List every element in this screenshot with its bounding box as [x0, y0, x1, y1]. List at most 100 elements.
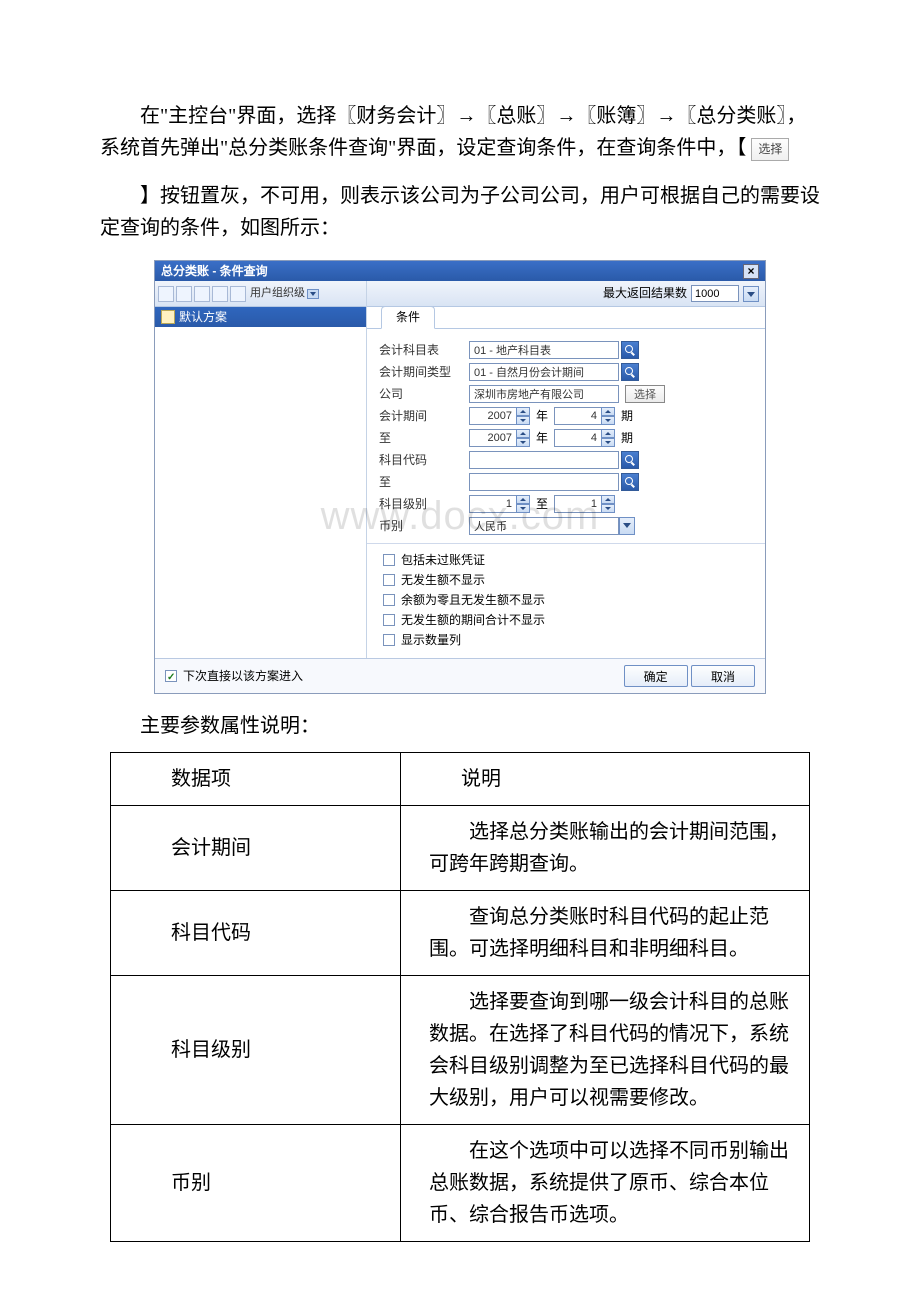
save-icon[interactable]: [176, 286, 192, 302]
check-row[interactable]: 包括未过账凭证: [383, 550, 753, 570]
table-header: 数据项 说明: [111, 753, 810, 806]
delete-icon[interactable]: [212, 286, 228, 302]
account-code-from-input[interactable]: [469, 451, 619, 469]
para2-text: 】按钮置灰，不可用，则表示该公司为子公司公司，用户可根据自己的需要设定查询的条件…: [100, 185, 820, 239]
plan-icon: [161, 310, 175, 324]
cancel-button[interactable]: 取消: [691, 665, 755, 687]
table-row: 科目级别 选择要查询到哪一级会计科目的总账数据。在选择了科目代码的情况下，系统会…: [111, 976, 810, 1125]
spinner-icon[interactable]: [516, 429, 530, 447]
divider: [367, 543, 765, 544]
row-key: 科目级别: [111, 976, 401, 1125]
account-chart-input[interactable]: [469, 341, 619, 359]
params-table: 数据项 说明 会计期间 选择总分类账输出的会计期间范围，可跨年跨期查询。 科目代…: [110, 752, 810, 1242]
check-row[interactable]: 无发生额不显示: [383, 570, 753, 590]
period-from-period[interactable]: [554, 407, 602, 425]
period-unit-label: 期: [621, 408, 633, 425]
para1-text-a: 在"主控台"界面，选择〖财务会计〗→〖总账〗→〖账簿〗→〖总分类账〗，系统首先弹…: [100, 105, 806, 159]
company-label: 公司: [379, 386, 469, 403]
row-desc: 选择总分类账输出的会计期间范围，可跨年跨期查询。: [401, 806, 810, 891]
period-to-period[interactable]: [554, 429, 602, 447]
account-code-to-input[interactable]: [469, 473, 619, 491]
check-row[interactable]: 余额为零且无发生额不显示: [383, 590, 753, 610]
subheading: 主要参数属性说明：: [100, 710, 820, 742]
search-icon[interactable]: [621, 363, 639, 381]
table-row: 科目代码 查询总分类账时科目代码的起止范围。可选择明细科目和非明细科目。: [111, 891, 810, 976]
new-icon[interactable]: [158, 286, 174, 302]
row-desc: 查询总分类账时科目代码的起止范围。可选择明细科目和非明细科目。: [401, 891, 810, 976]
dialog-left-panel: 用户组织级 默认方案: [155, 281, 367, 658]
year-unit-label: 年: [536, 430, 548, 447]
check-label-4: 无发生额的期间合计不显示: [401, 612, 545, 629]
right-topbar: 最大返回结果数: [367, 281, 765, 307]
chevron-down-icon[interactable]: [619, 517, 635, 535]
period-to-label: 至: [379, 430, 469, 447]
account-code-to-label: 至: [379, 474, 469, 491]
default-plan-label: 默认方案: [179, 309, 227, 326]
dialog-title: 总分类账 - 条件查询: [161, 263, 268, 280]
toolbar-label: 用户组织级: [250, 286, 305, 301]
row-key: 科目代码: [111, 891, 401, 976]
left-toolbar: 用户组织级: [155, 281, 366, 307]
chevron-down-icon[interactable]: [743, 286, 759, 302]
table-row: 币别 在这个选项中可以选择不同币别输出总账数据，系统提供了原币、综合本位币、综合…: [111, 1125, 810, 1242]
next-time-label: 下次直接以该方案进入: [183, 668, 303, 685]
check-row[interactable]: 显示数量列: [383, 630, 753, 650]
currency-input[interactable]: [469, 517, 619, 535]
account-code-label: 科目代码: [379, 452, 469, 469]
header-dataitem: 数据项: [111, 753, 401, 806]
para-1: 在"主控台"界面，选择〖财务会计〗→〖总账〗→〖账簿〗→〖总分类账〗，系统首先弹…: [100, 100, 820, 164]
ok-button[interactable]: 确定: [624, 665, 688, 687]
check-label-3: 余额为零且无发生额不显示: [401, 592, 545, 609]
company-input: [469, 385, 619, 403]
period-type-input[interactable]: [469, 363, 619, 381]
account-level-to[interactable]: [554, 495, 602, 513]
row-desc: 在这个选项中可以选择不同币别输出总账数据，系统提供了原币、综合本位币、综合报告币…: [401, 1125, 810, 1242]
search-icon[interactable]: [621, 341, 639, 359]
edit-icon[interactable]: [230, 286, 246, 302]
tab-condition[interactable]: 条件: [381, 306, 435, 329]
currency-label: 币别: [379, 518, 469, 535]
spinner-icon[interactable]: [601, 407, 615, 425]
row-key: 会计期间: [111, 806, 401, 891]
period-from-year[interactable]: [469, 407, 517, 425]
period-unit-label: 期: [621, 430, 633, 447]
tab-strip: 条件: [367, 307, 765, 329]
period-from-label: 会计期间: [379, 408, 469, 425]
checkbox-icon[interactable]: [383, 634, 395, 646]
spinner-icon[interactable]: [516, 495, 530, 513]
header-desc: 说明: [401, 753, 810, 806]
check-label-2: 无发生额不显示: [401, 572, 485, 589]
chevron-down-icon[interactable]: [307, 289, 319, 299]
period-type-label: 会计期间类型: [379, 364, 469, 381]
row-key: 币别: [111, 1125, 401, 1242]
dialog-titlebar: 总分类账 - 条件查询 ×: [155, 261, 765, 281]
table-row: 会计期间 选择总分类账输出的会计期间范围，可跨年跨期查询。: [111, 806, 810, 891]
spinner-icon[interactable]: [516, 407, 530, 425]
year-unit-label: 年: [536, 408, 548, 425]
account-level-label: 科目级别: [379, 496, 469, 513]
spinner-icon[interactable]: [601, 495, 615, 513]
dialog-footer: 下次直接以该方案进入 确定 取消: [155, 658, 765, 693]
account-level-from[interactable]: [469, 495, 517, 513]
checkbox-icon[interactable]: [383, 574, 395, 586]
checkbox-icon[interactable]: [165, 670, 177, 682]
saveas-icon[interactable]: [194, 286, 210, 302]
account-chart-label: 会计科目表: [379, 342, 469, 359]
spinner-icon[interactable]: [601, 429, 615, 447]
check-label-1: 包括未过账凭证: [401, 552, 485, 569]
search-icon[interactable]: [621, 473, 639, 491]
dialog-right-panel: 最大返回结果数 条件 会计科目表 会计期间类型 公司: [367, 281, 765, 658]
max-return-input[interactable]: [691, 285, 739, 302]
max-return-label: 最大返回结果数: [603, 285, 687, 302]
select-button-disabled: 选择: [751, 138, 789, 161]
search-icon[interactable]: [621, 451, 639, 469]
checkbox-icon[interactable]: [383, 554, 395, 566]
check-row[interactable]: 无发生额的期间合计不显示: [383, 610, 753, 630]
close-icon[interactable]: ×: [743, 264, 759, 279]
form-area: 会计科目表 会计期间类型 公司 选择 会计期间: [367, 329, 765, 658]
period-to-year[interactable]: [469, 429, 517, 447]
default-plan-row[interactable]: 默认方案: [155, 307, 366, 327]
para-2: 】按钮置灰，不可用，则表示该公司为子公司公司，用户可根据自己的需要设定查询的条件…: [100, 180, 820, 244]
checkbox-icon[interactable]: [383, 614, 395, 626]
checkbox-icon[interactable]: [383, 594, 395, 606]
